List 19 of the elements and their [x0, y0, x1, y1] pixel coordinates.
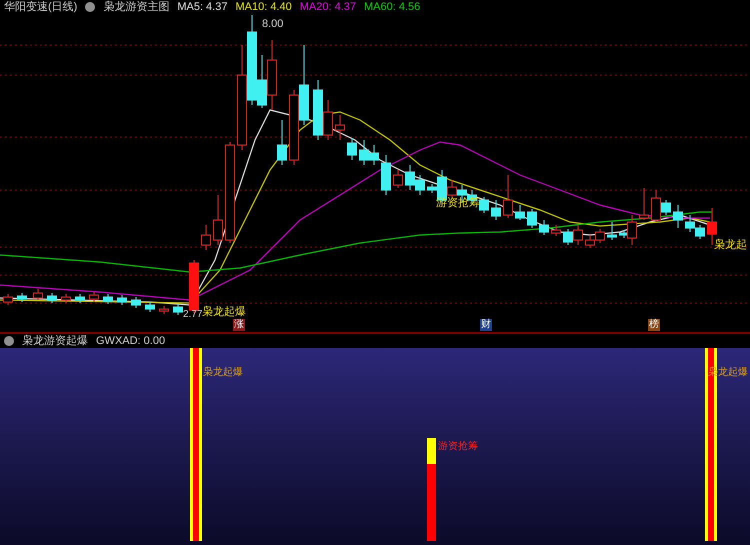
- signal-label: 枭龙起爆: [203, 368, 243, 378]
- signal-label: 游资抢筹: [438, 442, 478, 452]
- moving-average-reading: MA5: 4.37: [177, 0, 228, 15]
- indicator-name: 枭龙游资主图: [103, 0, 170, 15]
- event-marker[interactable]: 榜: [648, 319, 660, 331]
- indicator-name: 枭龙游资起爆: [22, 334, 88, 349]
- dropdown-icon[interactable]: [4, 336, 14, 346]
- event-marker[interactable]: 涨: [233, 319, 245, 331]
- dropdown-icon[interactable]: [85, 2, 96, 12]
- signal-label: 枭龙起爆: [202, 307, 246, 318]
- stock-title: 华阳变速(日线): [4, 0, 78, 15]
- low-price-label: 2.77: [183, 310, 202, 320]
- moving-average-reading: MA20: 4.37: [300, 0, 356, 15]
- moving-average-reading: MA10: 4.40: [235, 0, 292, 15]
- high-price-label: 8.00: [262, 17, 284, 32]
- moving-average-reading: MA60: 4.56: [364, 0, 420, 15]
- signal-label: 枭龙起: [714, 240, 747, 251]
- indicator-reading: GWXAD: 0.00: [96, 334, 166, 349]
- event-marker[interactable]: 财: [480, 319, 492, 331]
